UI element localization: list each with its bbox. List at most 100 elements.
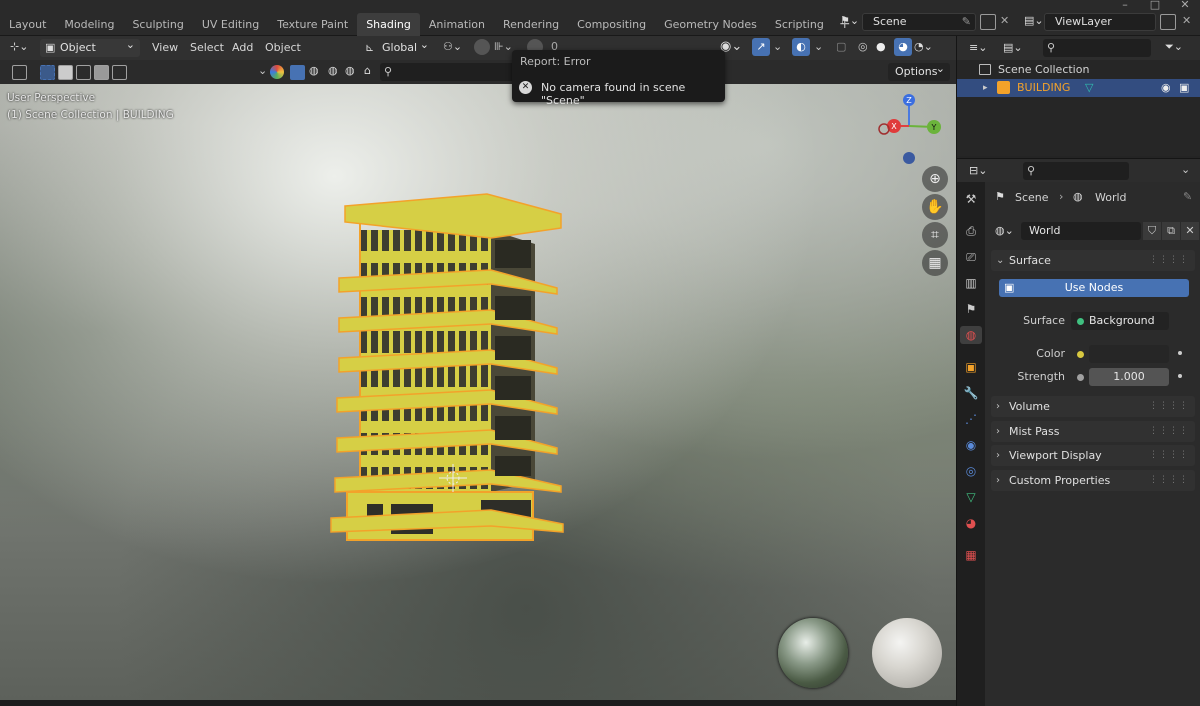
zoom-icon[interactable]: ⊕: [922, 166, 948, 192]
select-box-icon[interactable]: [40, 65, 55, 80]
eye-icon[interactable]: ◉: [1161, 79, 1171, 97]
strength-input[interactable]: 1.000: [1089, 368, 1169, 386]
delete-scene-icon[interactable]: ✕: [1000, 14, 1009, 27]
properties-options-icon[interactable]: ⌄: [1181, 163, 1190, 176]
output-tab-icon[interactable]: ⎚: [962, 248, 980, 266]
snap-target-icon[interactable]: ⊪⌄: [494, 40, 513, 53]
mist-pass-panel-header[interactable]: › Mist Pass ⋮⋮⋮⋮: [991, 421, 1195, 442]
select-tool-icon[interactable]: [12, 65, 27, 80]
building-object[interactable]: [325, 192, 570, 552]
overlay-dropdown-icon[interactable]: ⌄: [814, 40, 823, 53]
tab-shading[interactable]: Shading: [357, 13, 420, 36]
view-layer-selector[interactable]: ViewLayer: [1044, 13, 1156, 31]
world-tab-icon[interactable]: ◍: [960, 326, 982, 344]
unlink-world-icon[interactable]: ✕: [1181, 222, 1199, 240]
object-mode-dropdown[interactable]: ▣ Object Mode: [40, 36, 140, 72]
navigation-gizmo[interactable]: Z Y X: [872, 89, 948, 171]
drag-grip-icon[interactable]: ⋮⋮⋮⋮: [1149, 250, 1189, 271]
pin-icon[interactable]: ✎: [962, 14, 971, 30]
drag-grip-icon[interactable]: ⋮⋮⋮⋮: [1149, 421, 1189, 442]
filter-icon[interactable]: ⏷⌄: [1165, 40, 1183, 54]
menu-view[interactable]: View: [152, 40, 178, 56]
scene-icon[interactable]: ⚑⌄: [840, 14, 859, 27]
filter-brush-icon[interactable]: ⌂: [364, 64, 371, 77]
tab-modeling[interactable]: Modeling: [55, 13, 123, 36]
3d-viewport[interactable]: User Perspective (1) Scene Collection | …: [0, 84, 956, 700]
filter-texture-icon[interactable]: ◍: [345, 64, 355, 77]
color-picker-icon[interactable]: ⌄: [258, 64, 267, 77]
tool-tab-icon[interactable]: ⚒: [962, 190, 980, 208]
color-swatch[interactable]: [1089, 345, 1169, 363]
tab-uv-editing[interactable]: UV Editing: [193, 13, 268, 36]
grid-ortho-icon[interactable]: ▦: [922, 250, 948, 276]
shading-rendered-icon[interactable]: ◔⌄: [914, 40, 933, 53]
properties-search-input[interactable]: ⚲: [1023, 162, 1129, 180]
color-socket-icon[interactable]: [1077, 351, 1084, 358]
drag-grip-icon[interactable]: ⋮⋮⋮⋮: [1149, 445, 1189, 466]
tab-layout[interactable]: Layout: [0, 13, 55, 36]
display-mode-icon[interactable]: ▤⌄: [1003, 41, 1023, 54]
surface-panel-header[interactable]: ⌄ Surface ⋮⋮⋮⋮: [991, 250, 1195, 271]
view-layer-icon[interactable]: ▤⌄: [1024, 14, 1044, 27]
gizmo-dropdown-icon[interactable]: ⌄: [773, 40, 782, 53]
orientation-dropdown[interactable]: ⊾ Global: [362, 36, 434, 57]
shading-wire-icon[interactable]: ◎: [858, 40, 868, 53]
xray-icon[interactable]: ▢: [836, 40, 846, 53]
asset-search-input[interactable]: ⚲: [380, 63, 515, 81]
tab-sculpting[interactable]: Sculpting: [123, 13, 192, 36]
select-subtract-icon[interactable]: [76, 65, 91, 80]
pan-hand-icon[interactable]: ✋: [922, 194, 948, 220]
filter-object-icon[interactable]: [290, 65, 305, 80]
properties-editor-type-icon[interactable]: ⊟⌄: [969, 164, 987, 177]
camera-view-icon[interactable]: ⌗: [922, 222, 948, 248]
select-extend-icon[interactable]: [58, 65, 73, 80]
material-sphere-icon[interactable]: [270, 65, 284, 79]
color-keyframe-icon[interactable]: [1178, 351, 1182, 355]
tab-animation[interactable]: Animation: [420, 13, 494, 36]
minimize-button[interactable]: –: [1110, 0, 1140, 12]
new-scene-button[interactable]: [980, 14, 996, 30]
scene-tab-icon[interactable]: ⚑: [962, 300, 980, 318]
drag-grip-icon[interactable]: ⋮⋮⋮⋮: [1149, 470, 1189, 491]
texture-tab-icon[interactable]: ▦: [962, 546, 980, 564]
menu-object[interactable]: Object: [265, 40, 301, 56]
fake-user-icon[interactable]: ⛉: [1143, 222, 1161, 240]
tab-texture-paint[interactable]: Texture Paint: [268, 13, 357, 36]
drag-grip-icon[interactable]: ⋮⋮⋮⋮: [1149, 396, 1189, 417]
use-nodes-button[interactable]: ▣ Use Nodes: [999, 279, 1189, 297]
filter-light-icon[interactable]: ◍: [328, 64, 338, 77]
surface-shader-selector[interactable]: Background: [1071, 312, 1169, 330]
menu-select[interactable]: Select: [190, 40, 224, 56]
pin-icon[interactable]: ✎: [1183, 190, 1192, 203]
scene-selector[interactable]: Scene ✎: [862, 13, 976, 31]
world-name-field[interactable]: World: [1021, 222, 1141, 240]
select-invert-icon[interactable]: [94, 65, 109, 80]
data-tab-icon[interactable]: ▽: [962, 488, 980, 506]
delete-view-layer-icon[interactable]: ✕: [1182, 14, 1191, 27]
strength-keyframe-icon[interactable]: [1178, 374, 1182, 378]
editor-type-icon[interactable]: ⊹⌄: [10, 40, 28, 53]
custom-properties-panel-header[interactable]: › Custom Properties ⋮⋮⋮⋮: [991, 470, 1195, 491]
tab-scripting[interactable]: Scripting: [766, 13, 833, 36]
strength-socket-icon[interactable]: [1077, 374, 1084, 381]
shading-material-icon[interactable]: ◕: [894, 38, 912, 56]
new-view-layer-button[interactable]: [1160, 14, 1176, 30]
close-window-button[interactable]: ✕: [1170, 0, 1200, 12]
world-browse-icon[interactable]: ◍⌄: [995, 224, 1014, 237]
particles-tab-icon[interactable]: ⋰: [962, 410, 980, 428]
viewport-display-panel-header[interactable]: › Viewport Display ⋮⋮⋮⋮: [991, 445, 1195, 466]
material-tab-icon[interactable]: ◕: [962, 514, 980, 532]
outliner-editor-type-icon[interactable]: ≡⌄: [969, 41, 987, 54]
menu-add[interactable]: Add: [232, 40, 253, 56]
tab-compositing[interactable]: Compositing: [568, 13, 655, 36]
tab-geometry-nodes[interactable]: Geometry Nodes: [655, 13, 766, 36]
modifier-tab-icon[interactable]: 🔧: [962, 384, 980, 402]
view-layer-tab-icon[interactable]: ▥: [962, 274, 980, 292]
gizmo-icon[interactable]: ↗: [752, 38, 770, 56]
snap-icon[interactable]: [474, 39, 490, 55]
outliner-search-input[interactable]: ⚲: [1043, 39, 1151, 57]
select-intersect-icon[interactable]: [112, 65, 127, 80]
constraints-tab-icon[interactable]: ◎: [962, 462, 980, 480]
tab-rendering[interactable]: Rendering: [494, 13, 568, 36]
outliner-row-building[interactable]: ▸ BUILDING ▽ ◉ ▣: [957, 79, 1200, 97]
